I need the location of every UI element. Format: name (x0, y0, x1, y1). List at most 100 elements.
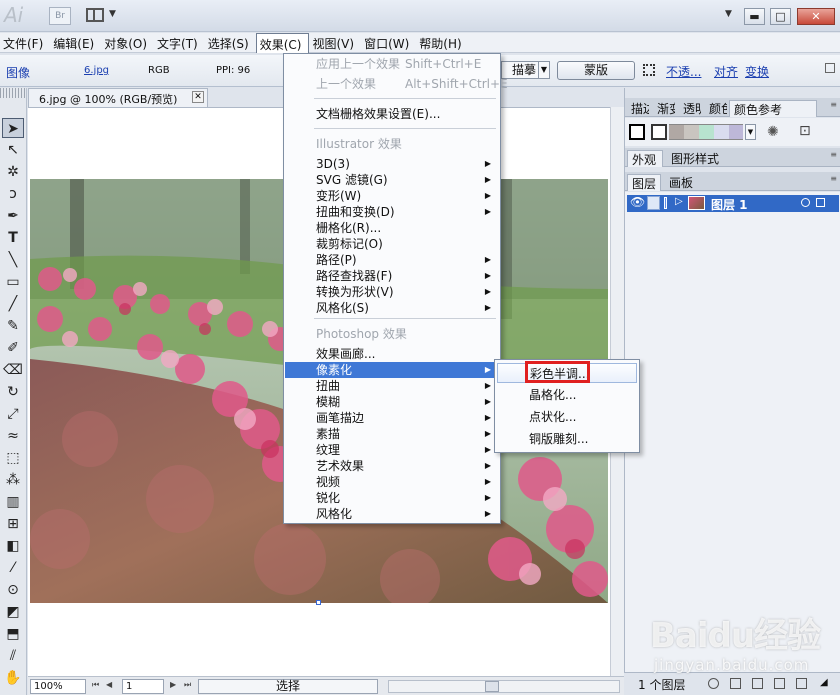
tab-layers[interactable]: 图层 (627, 174, 661, 191)
horizontal-scroll-thumb[interactable] (485, 681, 499, 692)
rotate-tool-icon[interactable]: ↻ (2, 382, 24, 402)
free-transform-tool-icon[interactable]: ⬚ (2, 448, 24, 468)
menu-item-6[interactable]: 视图(V) (309, 33, 361, 53)
lock-toggle[interactable] (647, 196, 660, 210)
menu-item-0[interactable]: 文件(F) (0, 33, 50, 53)
effect-menu-item[interactable]: 效果画廊... (285, 346, 499, 362)
effect-menu-item[interactable]: 扭曲和变换(D) ▶ (285, 204, 499, 220)
harmony-swatch[interactable] (669, 124, 684, 140)
menu-item-2[interactable]: 对象(O) (101, 33, 154, 53)
trace-preset-dropdown[interactable]: ▼ (538, 61, 550, 79)
paintbrush-tool-icon[interactable]: ╱ (2, 294, 24, 314)
effect-menu-item[interactable]: 像素化 ▶ (285, 362, 499, 378)
pixelate-submenu-item[interactable]: 点状化... (497, 407, 637, 427)
opacity-link[interactable]: 不透... (666, 63, 701, 80)
rectangle-tool-icon[interactable]: ▭ (2, 272, 24, 292)
menu-item-1[interactable]: 编辑(E) (50, 33, 101, 53)
live-paint-tool-icon[interactable]: ◩ (2, 602, 24, 622)
harmony-swatch[interactable] (729, 124, 743, 140)
tab-graphic-styles[interactable]: 图形样式 (667, 150, 727, 167)
layer-selection-indicator[interactable] (816, 198, 825, 207)
effect-menu-item[interactable]: 扭曲 ▶ (285, 378, 499, 394)
effect-menu-item[interactable]: 变形(W) ▶ (285, 188, 499, 204)
magic-wand-tool-icon[interactable]: ✲ (2, 162, 24, 182)
menu-item-8[interactable]: 帮助(H) (416, 33, 468, 53)
minimize-button[interactable]: ▬ (744, 8, 765, 25)
expand-triangle-icon[interactable]: ▷ (675, 196, 683, 207)
pixelate-submenu-item[interactable]: 铜版雕刻... (497, 429, 637, 449)
tab-gradient[interactable]: 渐变 (653, 100, 675, 117)
mesh-tool-icon[interactable]: ⊞ (2, 514, 24, 534)
pixelate-submenu-item[interactable]: 晶格化... (497, 385, 637, 405)
symbol-sprayer-tool-icon[interactable]: ⁂ (2, 470, 24, 490)
tab-artboards[interactable]: 画板 (665, 174, 699, 191)
image-mode-link[interactable]: 图像 (6, 64, 30, 81)
harmony-swatch[interactable] (684, 124, 699, 140)
eyedropper-tool-icon[interactable]: ⁄ (2, 558, 24, 578)
eye-icon[interactable]: 👁 (630, 195, 645, 209)
effect-menu-item[interactable]: 艺术效果 ▶ (285, 458, 499, 474)
tab-appearance[interactable]: 外观 (627, 150, 663, 167)
layer-name[interactable]: 图层 1 (711, 196, 748, 213)
tab-stroke[interactable]: 描边 (627, 100, 649, 117)
save-color-group-icon[interactable]: ⊡ (799, 123, 811, 139)
first-artboard-icon[interactable]: ⏮ (92, 680, 99, 690)
transform-link[interactable]: 变换 (745, 63, 769, 80)
edit-colors-icon[interactable]: ✺ (767, 124, 779, 140)
align-link[interactable]: 对齐 (714, 63, 738, 80)
base-color-swatch[interactable] (651, 124, 667, 140)
artboard-number-select[interactable]: 1 (122, 679, 164, 694)
harmony-rules-dropdown[interactable]: ▼ (745, 124, 756, 140)
effect-menu-item[interactable]: 路径(P) ▶ (285, 252, 499, 268)
effect-menu-item[interactable]: 画笔描边 ▶ (285, 410, 499, 426)
menu-item-7[interactable]: 窗口(W) (361, 33, 416, 53)
panel-menu-icon[interactable]: ≡ (830, 150, 837, 159)
effect-menu-item[interactable]: 模糊 ▶ (285, 394, 499, 410)
previous-artboard-icon[interactable]: ◀ (106, 680, 112, 689)
direct-selection-tool-icon[interactable]: ↖ (2, 140, 24, 160)
column-graph-tool-icon[interactable]: ▥ (2, 492, 24, 512)
mask-button[interactable]: 蒙版 (557, 61, 635, 80)
lasso-tool-icon[interactable]: ↄ (2, 184, 24, 204)
layer-target-icon[interactable] (801, 198, 810, 207)
blob-brush-tool-icon[interactable]: ✐ (2, 338, 24, 358)
menu-item-3[interactable]: 文字(T) (154, 33, 205, 53)
scale-tool-icon[interactable]: ⤢ (2, 404, 24, 424)
panel-menu-icon[interactable]: ≡ (830, 100, 837, 109)
pen-tool-icon[interactable]: ✒ (2, 206, 24, 226)
effect-menu-item[interactable]: 锐化 ▶ (285, 490, 499, 506)
close-icon[interactable]: ✕ (192, 91, 204, 103)
panel-menu-icon[interactable]: ≡ (830, 174, 837, 183)
eraser-tool-icon[interactable]: ⌫ (2, 360, 24, 380)
fill-swatch[interactable] (629, 124, 645, 140)
arrange-documents-button[interactable]: ▼ (84, 7, 120, 25)
blend-tool-icon[interactable]: ⊙ (2, 580, 24, 600)
artboard-tool-icon[interactable]: ⬒ (2, 624, 24, 644)
file-name-link[interactable]: 6.jpg (84, 65, 109, 76)
control-panel-menu-icon[interactable] (822, 59, 836, 81)
close-button[interactable]: ✕ (797, 8, 835, 25)
document-horizontal-scrollbar[interactable] (388, 680, 620, 693)
effect-menu-item[interactable]: 纹理 ▶ (285, 442, 499, 458)
workspace-dropdown-icon[interactable]: ▼ (725, 9, 732, 19)
pencil-tool-icon[interactable]: ✎ (2, 316, 24, 336)
menu-item-5[interactable]: 效果(C) (255, 33, 310, 53)
next-artboard-icon[interactable]: ▶ (170, 680, 176, 689)
status-info-select[interactable]: 选择 (198, 679, 378, 694)
tab-color[interactable]: 颜色 (705, 100, 727, 117)
effect-menu-item[interactable]: 素描 ▶ (285, 426, 499, 442)
zoom-level-select[interactable]: 100% (30, 679, 86, 694)
effect-menu-item[interactable]: 风格化 ▶ (285, 506, 499, 522)
selection-tool-icon[interactable]: ➤ (2, 118, 24, 138)
type-tool-icon[interactable]: T (2, 228, 24, 248)
effect-menu-item[interactable]: 视频 ▶ (285, 474, 499, 490)
effect-menu-item[interactable]: 裁剪标记(O) (285, 236, 499, 252)
tab-color-guide[interactable]: 颜色参考 (729, 100, 817, 117)
effect-menu-item[interactable]: 栅格化(R)... (285, 220, 499, 236)
effect-menu-item[interactable]: SVG 滤镜(G) ▶ (285, 172, 499, 188)
tools-panel-grip[interactable] (0, 88, 26, 98)
layer-row[interactable]: 👁 ▷ 图层 1 (627, 195, 839, 212)
maximize-button[interactable]: □ (770, 8, 791, 25)
gradient-tool-icon[interactable]: ◧ (2, 536, 24, 556)
effect-menu-item[interactable]: 风格化(S) ▶ (285, 300, 499, 316)
